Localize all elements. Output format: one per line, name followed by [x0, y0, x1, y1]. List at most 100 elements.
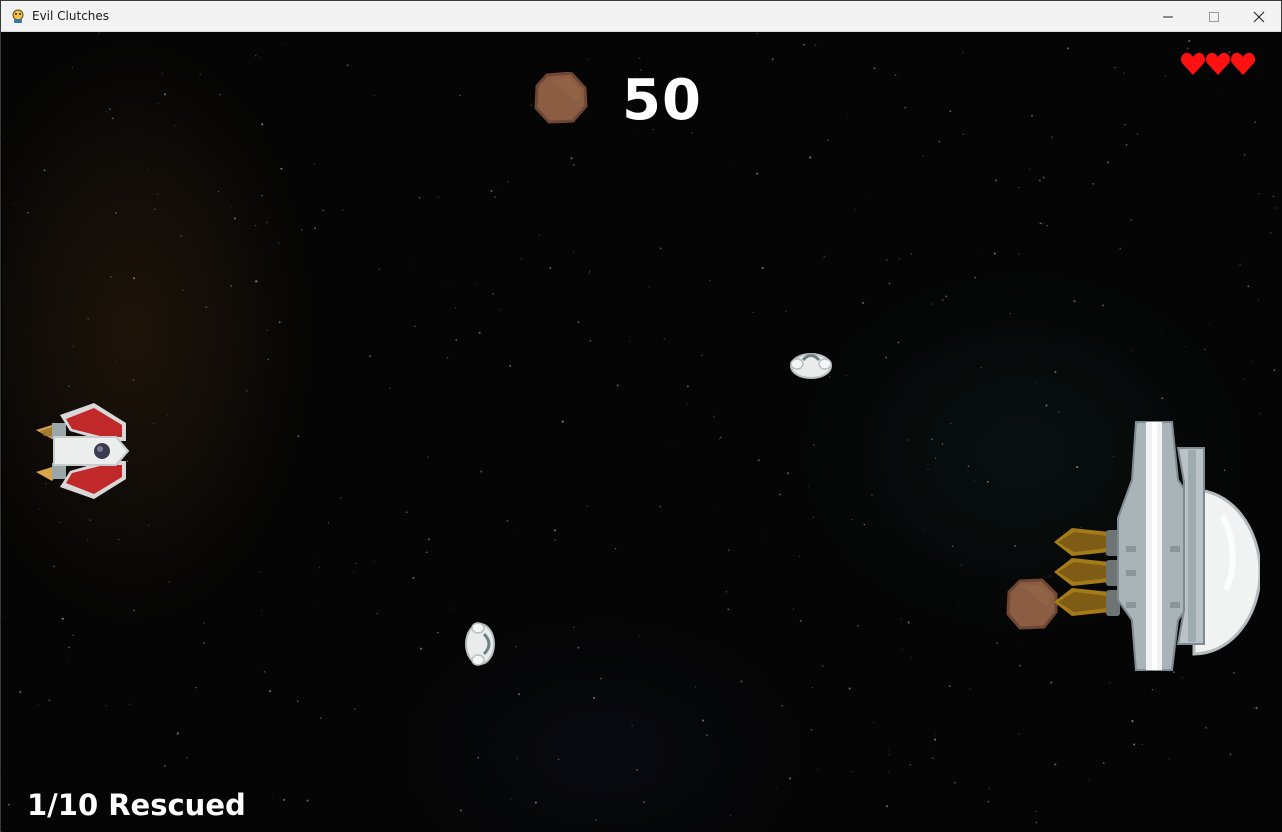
star [437, 632, 439, 634]
star [821, 665, 824, 668]
star [756, 172, 759, 175]
star [261, 123, 264, 126]
star [1125, 144, 1128, 146]
star [592, 696, 595, 700]
star [886, 259, 888, 262]
star [993, 252, 996, 255]
star [278, 321, 281, 324]
star [55, 216, 58, 219]
star [941, 442, 944, 445]
star [898, 258, 900, 260]
star [20, 479, 21, 481]
star [27, 211, 29, 214]
star [730, 815, 732, 817]
pygame-snake-icon [12, 9, 24, 23]
star [967, 465, 970, 468]
star [314, 227, 316, 230]
star [686, 402, 688, 405]
star [798, 555, 800, 557]
star [867, 192, 868, 194]
star [340, 497, 342, 499]
star [1130, 350, 1132, 352]
lives-indicator [1180, 51, 1256, 79]
star [949, 422, 952, 425]
star [694, 686, 697, 688]
star [518, 693, 521, 696]
star [1058, 410, 1060, 413]
star [948, 685, 951, 687]
star [974, 276, 976, 279]
star [1136, 133, 1139, 135]
star [255, 55, 257, 57]
star [888, 753, 891, 756]
star [1106, 161, 1109, 164]
star [48, 699, 51, 702]
star [285, 44, 287, 46]
star [1185, 345, 1187, 347]
star [636, 768, 639, 771]
star [570, 157, 573, 160]
star [988, 787, 991, 790]
star [1119, 247, 1122, 250]
star [104, 118, 106, 120]
star [953, 781, 956, 784]
star [271, 796, 273, 798]
star [1049, 575, 1051, 577]
star [851, 518, 853, 521]
star [887, 521, 888, 522]
star [807, 485, 810, 487]
star [1239, 263, 1242, 266]
star [1258, 193, 1260, 195]
star [663, 338, 666, 340]
star [259, 57, 261, 59]
star [425, 551, 428, 554]
star [803, 43, 805, 46]
player-ship [36, 403, 130, 499]
star [418, 196, 421, 199]
star [133, 609, 135, 612]
star [934, 457, 937, 459]
star [671, 444, 673, 447]
maximize-button[interactable] [1191, 1, 1237, 32]
star [128, 703, 130, 705]
star [414, 325, 416, 328]
star [561, 420, 564, 423]
star [98, 32, 101, 35]
star [446, 356, 449, 359]
star [901, 648, 903, 650]
star [845, 374, 847, 376]
star [355, 562, 357, 564]
star [1254, 121, 1257, 123]
star [147, 168, 149, 170]
star [857, 624, 860, 627]
star [810, 728, 813, 731]
star [1092, 182, 1095, 185]
star [553, 529, 556, 532]
game-canvas[interactable]: 50 1/10 Rescued [2, 32, 1282, 832]
star [1253, 707, 1255, 709]
star [986, 480, 989, 483]
star [260, 571, 262, 573]
close-button[interactable] [1236, 1, 1282, 32]
star [342, 209, 344, 211]
star [68, 385, 70, 388]
star [799, 619, 802, 623]
stranded-astronaut [790, 353, 832, 379]
star [280, 167, 283, 170]
star [519, 534, 521, 536]
window-title: Evil Clutches [32, 9, 110, 23]
star [813, 444, 815, 446]
window-titlebar[interactable]: Evil Clutches [1, 1, 1281, 32]
star [907, 439, 909, 441]
star [1042, 176, 1045, 179]
star [1203, 348, 1206, 351]
star [1046, 224, 1049, 227]
star [959, 564, 962, 567]
star [775, 788, 778, 790]
star [1161, 330, 1163, 332]
star [168, 581, 171, 584]
star [89, 519, 92, 522]
minimize-button[interactable] [1145, 1, 1191, 32]
star [230, 285, 232, 287]
star [474, 283, 476, 285]
